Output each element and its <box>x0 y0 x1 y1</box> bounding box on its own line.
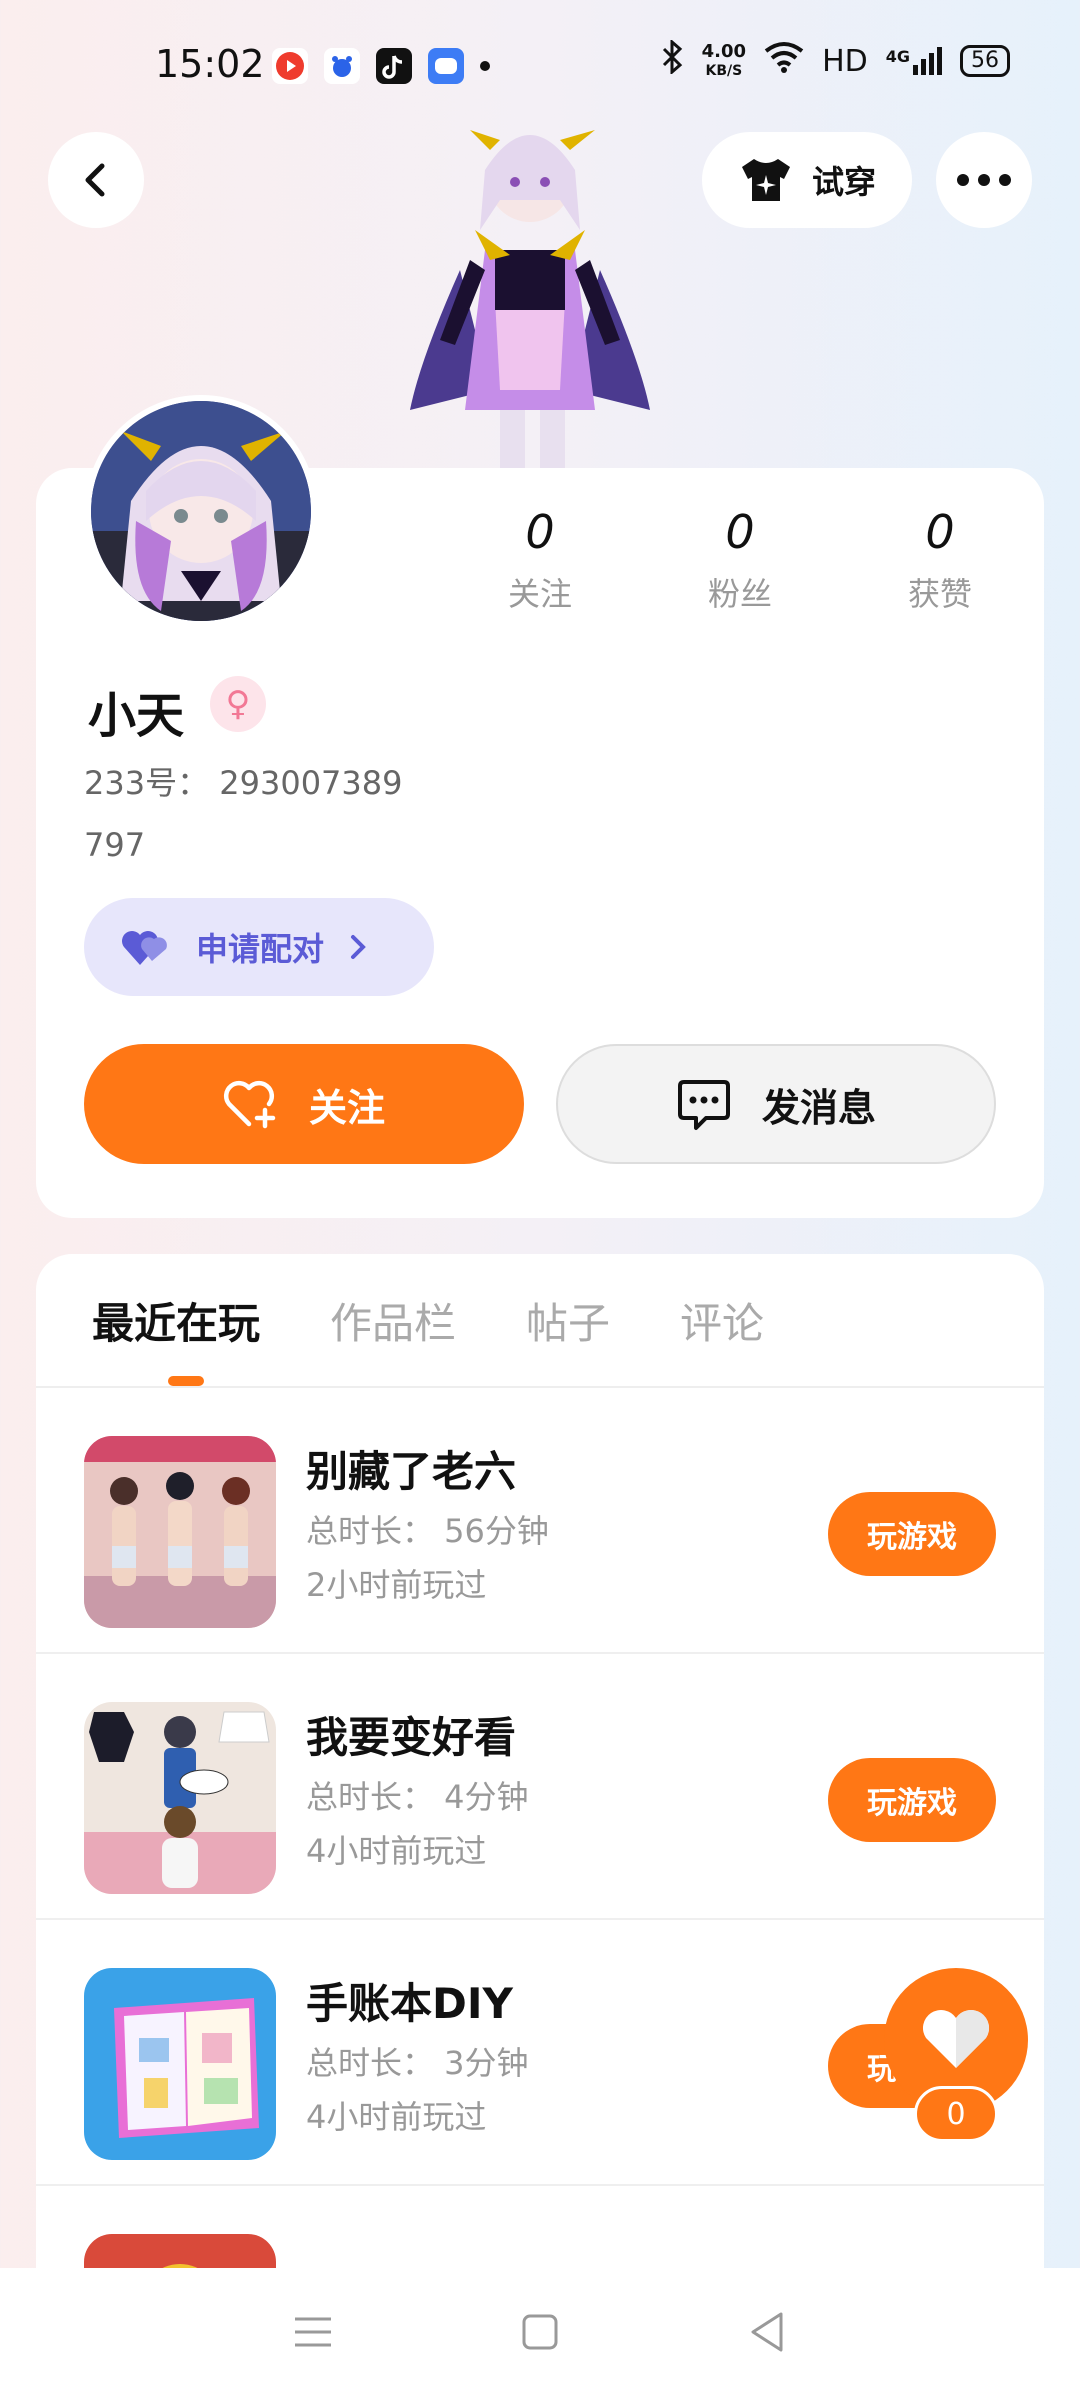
game-thumbnail <box>84 1968 276 2160</box>
back-button[interactable] <box>48 132 144 228</box>
game-last-played: 4小时前玩过 <box>306 1832 487 1870</box>
active-tab-indicator <box>168 1376 204 1386</box>
follow-button[interactable]: 关注 <box>84 1044 524 1164</box>
avatar-character-figure <box>400 110 660 470</box>
chevron-right-icon <box>351 935 366 959</box>
game-title: 别藏了老六 <box>306 1447 517 1496</box>
try-on-button[interactable]: 试穿 <box>702 132 912 228</box>
tshirt-icon <box>741 159 790 201</box>
baidu-app-icon <box>324 48 360 84</box>
stat-label: 粉丝 <box>707 575 772 613</box>
heart-add-icon <box>223 1080 276 1129</box>
bluetooth-icon <box>660 38 684 82</box>
stat-following[interactable]: 0 关注 <box>440 505 640 615</box>
game-last-played: 4小时前玩过 <box>306 2098 487 2136</box>
apply-pairing-label: 申请配对 <box>196 930 325 968</box>
game-thumbnail <box>84 1436 276 1628</box>
profile-stats: 0 关注 0 粉丝 0 获赞 <box>440 505 1040 615</box>
stat-label: 获赞 <box>907 575 972 613</box>
try-on-label: 试穿 <box>811 163 876 201</box>
username: 小天 <box>88 688 185 744</box>
chat-bubble-icon <box>677 1080 730 1130</box>
play-game-button[interactable]: 玩游戏 <box>828 1758 996 1842</box>
signal-label: 4G <box>885 47 910 66</box>
apply-pairing-button[interactable]: 申请配对 <box>84 898 434 996</box>
stat-followers[interactable]: 0 粉丝 <box>640 505 840 615</box>
send-message-button[interactable]: 发消息 <box>556 1044 996 1164</box>
game-duration: 总时长： 3分钟 <box>306 2044 529 2082</box>
stat-value: 0 <box>925 505 955 559</box>
list-item[interactable]: 别藏了老六 总时长： 56分钟 2小时前玩过 玩游戏 <box>36 1388 1044 1654</box>
battery-indicator: 56 <box>960 45 1010 77</box>
network-speed-value: 4.00 <box>701 40 747 62</box>
game-duration: 总时长： 4分钟 <box>306 1778 529 1816</box>
tiktok-app-icon <box>376 48 412 84</box>
network-speed: 4.00 KB/S <box>701 40 747 80</box>
network-speed-unit: KB/S <box>705 62 743 79</box>
profile-extra-number: 797 <box>84 826 146 864</box>
heart-icon <box>922 2009 990 2068</box>
list-item[interactable]: 我要变好看 总时长： 4分钟 4小时前玩过 玩游戏 <box>36 1654 1044 1920</box>
profile-tabs: 最近在玩 作品栏 帖子 评论 <box>92 1290 764 1351</box>
follow-label: 关注 <box>308 1085 385 1130</box>
wifi-icon <box>764 41 804 81</box>
female-gender-icon: ♀ <box>210 676 266 732</box>
stat-label: 关注 <box>507 575 572 613</box>
video-app-icon <box>272 48 308 84</box>
game-last-played: 2小时前玩过 <box>306 1566 487 1604</box>
hd-label: HD <box>822 43 868 79</box>
game-thumbnail <box>84 1702 276 1894</box>
stat-likes[interactable]: 0 获赞 <box>840 505 1040 615</box>
home-nav-button[interactable] <box>520 2312 560 2356</box>
user-id: 233号： 293007389 <box>84 764 403 802</box>
system-status: 4.00 KB/S HD 4G 56 <box>660 38 1010 82</box>
tab-comments[interactable]: 评论 <box>680 1290 764 1351</box>
game-duration: 总时长： 56分钟 <box>306 1512 549 1550</box>
stat-value: 0 <box>725 505 755 559</box>
back-nav-button[interactable] <box>747 2310 787 2358</box>
play-game-button[interactable]: 玩游戏 <box>828 1492 996 1576</box>
status-time: 15:02 <box>155 42 265 86</box>
chevron-left-icon <box>85 163 105 197</box>
tab-works[interactable]: 作品栏 <box>330 1290 456 1351</box>
more-notifications-dot <box>480 61 490 71</box>
avatar[interactable] <box>85 395 317 627</box>
tab-posts[interactable]: 帖子 <box>526 1290 610 1351</box>
signal-icon: 4G <box>886 47 942 75</box>
menu-nav-button[interactable] <box>293 2315 333 2353</box>
send-message-label: 发消息 <box>761 1085 876 1130</box>
stat-value: 0 <box>525 505 555 559</box>
like-count-badge: 0 <box>914 2086 998 2142</box>
system-navigation-bar <box>0 2268 1080 2400</box>
game-title: 我要变好看 <box>306 1713 517 1762</box>
more-options-button[interactable] <box>936 132 1032 228</box>
notification-icons <box>272 48 490 84</box>
hearts-icon <box>122 931 167 965</box>
chat-app-icon <box>428 48 464 84</box>
game-title: 手账本DIY <box>306 1979 513 2028</box>
tab-recently-played[interactable]: 最近在玩 <box>92 1290 260 1351</box>
more-dots-icon <box>957 174 1011 186</box>
